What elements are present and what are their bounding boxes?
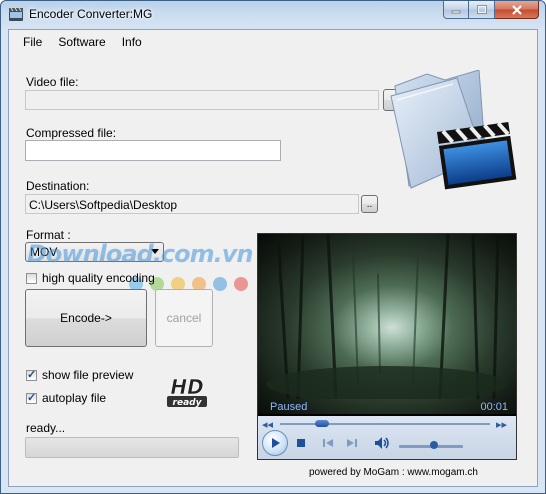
maximize-button[interactable] <box>469 1 495 19</box>
folder-video-icon <box>390 70 517 190</box>
close-button[interactable] <box>495 1 539 19</box>
encode-button[interactable]: Encode-> <box>25 289 147 347</box>
maximize-icon <box>476 5 487 14</box>
compressed-file-field[interactable] <box>25 140 281 161</box>
rewind-icon[interactable]: ◂◂ <box>262 419 273 431</box>
previous-icon[interactable] <box>322 438 334 448</box>
destination-field[interactable]: C:\Users\Softpedia\Desktop <box>25 194 359 214</box>
autoplay-label: autoplay file <box>42 391 107 405</box>
checkbox-box <box>26 272 37 284</box>
watermark-dot <box>234 277 248 291</box>
show-preview-label: show file preview <box>42 368 134 382</box>
hd-ready-logo: HD ready <box>167 375 207 408</box>
seek-thumb[interactable] <box>315 420 329 427</box>
video-file-label: Video file: <box>26 75 79 89</box>
seek-bar[interactable]: ◂◂ ▸▸ <box>262 419 512 431</box>
menu-file[interactable]: File <box>9 31 50 53</box>
watermark-dot <box>213 277 227 291</box>
svg-text:ready: ready <box>173 398 203 408</box>
footer-credit: powered by MoGam : www.mogam.ch <box>309 467 478 478</box>
minimize-button[interactable] <box>443 1 469 19</box>
player-status-bar: Paused 00:01 <box>258 398 516 416</box>
player-controls: ◂◂ ▸▸ <box>258 416 516 459</box>
video-file-field[interactable] <box>25 90 379 110</box>
destination-browse-button[interactable]: .. <box>361 195 378 213</box>
menu-software[interactable]: Software <box>50 31 113 53</box>
checkbox-checked-icon <box>26 391 37 404</box>
window-title: Encoder Converter:MG <box>29 7 153 21</box>
app-window: Encoder Converter:MG File Software Info … <box>0 0 546 494</box>
title-bar[interactable]: Encoder Converter:MG <box>1 1 545 29</box>
stop-icon[interactable] <box>296 438 306 448</box>
player-time: 00:01 <box>480 401 508 413</box>
next-icon[interactable] <box>346 438 358 448</box>
menu-info[interactable]: Info <box>114 31 150 53</box>
video-player[interactable]: Paused 00:01 ◂◂ ▸▸ <box>257 233 517 460</box>
forest-scene <box>266 234 506 402</box>
encode-progress-bar <box>25 437 239 458</box>
high-quality-checkbox[interactable]: high quality encoding <box>26 271 155 285</box>
close-icon <box>511 4 522 15</box>
watermark-text: Download.com.vn <box>27 240 253 268</box>
destination-label: Destination: <box>26 179 90 193</box>
volume-icon[interactable] <box>374 436 390 450</box>
play-icon <box>272 438 280 448</box>
cancel-button[interactable]: cancel <box>155 289 213 347</box>
high-quality-label: high quality encoding <box>42 271 155 285</box>
fast-forward-icon[interactable]: ▸▸ <box>496 419 507 431</box>
seek-track[interactable] <box>280 423 490 425</box>
checkbox-checked-icon <box>26 368 37 381</box>
show-preview-checkbox[interactable]: show file preview <box>26 368 133 382</box>
compressed-file-label: Compressed file: <box>26 126 117 140</box>
player-state: Paused <box>270 401 308 413</box>
video-preview[interactable] <box>258 234 516 414</box>
menu-bar: File Software Info <box>9 30 537 54</box>
client-area: File Software Info Video file: Browse... <box>8 29 538 487</box>
autoplay-checkbox[interactable]: autoplay file <box>26 391 106 405</box>
play-button[interactable] <box>262 430 288 456</box>
svg-text:HD: HD <box>170 375 203 399</box>
window-controls <box>443 1 539 20</box>
status-text: ready... <box>26 421 66 435</box>
app-icon <box>9 8 23 21</box>
minimize-icon <box>451 10 461 13</box>
